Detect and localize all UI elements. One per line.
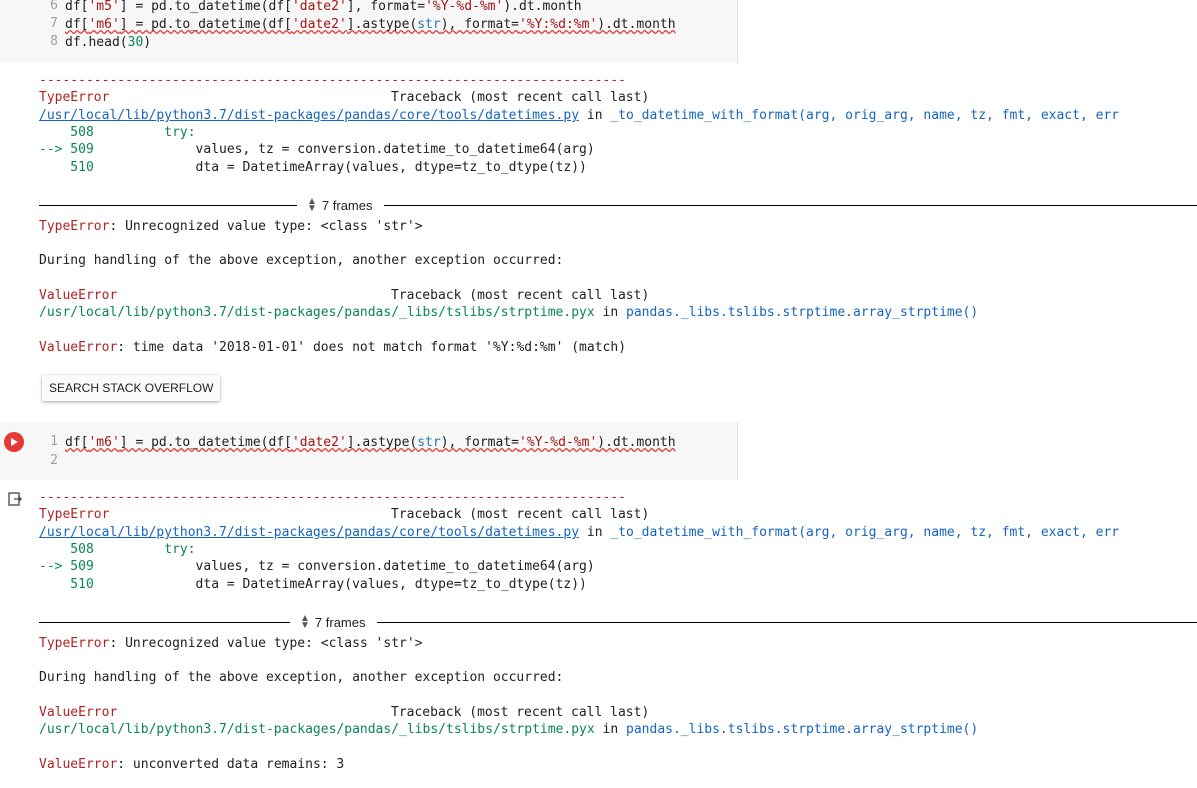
code-line[interactable]: df.head(30) — [65, 34, 151, 52]
collapsed-frames-toggle[interactable]: ▲ ▼ 7 frames — [39, 196, 1197, 214]
frames-label[interactable]: ▲ ▼ 7 frames — [303, 196, 376, 214]
traceback-location: /usr/local/lib/python3.7/dist-packages/p… — [39, 525, 1120, 540]
traceback-header: TypeError — [39, 90, 110, 105]
traceback-label: Traceback (most recent call last) — [391, 507, 650, 522]
cell-2-right-border — [737, 422, 738, 480]
error-message: TypeError: Unrecognized value type: <cla… — [39, 636, 423, 651]
frames-rule-right — [377, 621, 1197, 623]
source-line-510: 510 dta = DatetimeArray(values, dtype=tz… — [39, 577, 587, 592]
line-number: 8 — [50, 34, 58, 49]
error-message: ValueError: unconverted data remains: 3 — [39, 757, 345, 772]
line-number: 6 — [50, 0, 58, 13]
search-stack-overflow-button[interactable]: SEARCH STACK OVERFLOW — [42, 375, 221, 401]
frames-rule-left — [39, 621, 290, 623]
traceback-separator: ----------------------------------------… — [39, 490, 626, 505]
line-number: 2 — [50, 453, 58, 468]
traceback-location: /usr/local/lib/python3.7/dist-packages/p… — [39, 305, 979, 320]
traceback-label: Traceback (most recent call last) — [391, 288, 650, 303]
error-message: ValueError: time data '2018-01-01' does … — [39, 340, 627, 355]
traceback-header: ValueError — [39, 705, 118, 720]
chained-exception-text: During handling of the above exception, … — [39, 253, 564, 268]
frames-label[interactable]: ▲ ▼ 7 frames — [296, 613, 369, 631]
chained-exception-text: During handling of the above exception, … — [39, 670, 564, 685]
code-line[interactable]: df['m6'] = pd.to_datetime(df['date2'].as… — [65, 16, 676, 34]
source-line-510: 510 dta = DatetimeArray(values, dtype=tz… — [39, 160, 587, 175]
source-line-509: --> 509 values, tz = conversion.datetime… — [39, 142, 595, 157]
frames-rule-left — [39, 204, 297, 206]
traceback-header: TypeError — [39, 507, 110, 522]
source-line-508: 508 try: — [39, 125, 196, 140]
frames-rule-right — [384, 204, 1197, 206]
code-line[interactable]: df['m6'] = pd.to_datetime(df['date2'].as… — [65, 434, 676, 452]
source-line-508: 508 try: — [39, 542, 196, 557]
traceback-location: /usr/local/lib/python3.7/dist-packages/p… — [39, 722, 979, 737]
error-message: TypeError: Unrecognized value type: <cla… — [39, 219, 423, 234]
cell-1-right-border — [737, 0, 738, 63]
chevron-updown-icon: ▲ ▼ — [307, 196, 317, 214]
output-icon[interactable] — [8, 492, 22, 506]
file-link[interactable]: /usr/local/lib/python3.7/dist-packages/p… — [39, 525, 579, 540]
code-line[interactable]: df['m5'] = pd.to_datetime(df['date2'], f… — [65, 0, 582, 16]
traceback-location: /usr/local/lib/python3.7/dist-packages/p… — [39, 108, 1120, 123]
source-line-509: --> 509 values, tz = conversion.datetime… — [39, 559, 595, 574]
chevron-updown-icon: ▲ ▼ — [300, 613, 310, 631]
play-icon — [11, 438, 18, 446]
collapsed-frames-toggle[interactable]: ▲ ▼ 7 frames — [39, 613, 1197, 631]
traceback-header: ValueError — [39, 288, 118, 303]
run-error-icon[interactable] — [4, 432, 24, 452]
line-number: 7 — [50, 16, 58, 31]
traceback-label: Traceback (most recent call last) — [391, 90, 650, 105]
line-number: 1 — [50, 434, 58, 449]
traceback-separator: ----------------------------------------… — [39, 73, 626, 88]
traceback-label: Traceback (most recent call last) — [391, 705, 650, 720]
file-link[interactable]: /usr/local/lib/python3.7/dist-packages/p… — [39, 108, 579, 123]
